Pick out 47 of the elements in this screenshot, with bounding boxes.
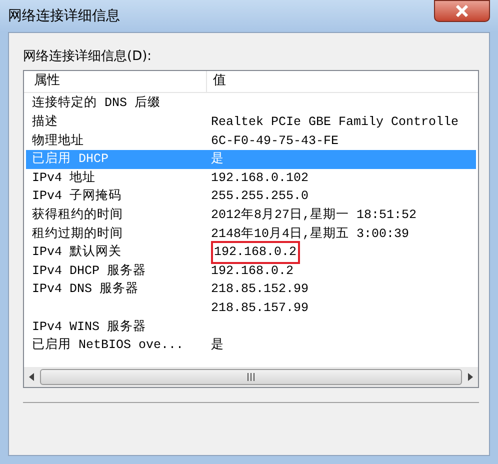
list-row[interactable]: IPv4 子网掩码 255.255.255.0: [26, 187, 476, 206]
property-text: IPv4 子网掩码: [32, 188, 122, 206]
list-row[interactable]: IPv4 WINS 服务器: [26, 318, 476, 336]
value-text: 是: [211, 337, 224, 354]
close-icon: [455, 5, 469, 17]
list-row[interactable]: 连接特定的 DNS 后缀: [26, 94, 476, 114]
list-label: 网络连接详细信息(D):: [23, 48, 153, 66]
property-text: IPv4 默认网关: [32, 244, 122, 262]
value-text: 192.168.0.2: [214, 244, 297, 262]
value-text: 255.255.255.0: [211, 188, 309, 206]
close-button[interactable]: [434, 0, 490, 22]
list-row[interactable]: IPv4 地址 192.168.0.102: [26, 168, 476, 188]
list-row[interactable]: 物理地址 6C-F0-49-75-43-FE: [26, 132, 476, 150]
scrollbar-thumb[interactable]: [40, 368, 462, 384]
property-text: 租约过期的时间: [32, 226, 123, 243]
property-text: 已启用 DHCP: [32, 150, 109, 168]
list-row[interactable]: 获得租约的时间 2012年8月27日,星期一 18:51:52: [26, 206, 476, 225]
property-text: 描述: [32, 114, 58, 132]
value-text: 6C-F0-49-75-43-FE: [211, 132, 339, 150]
property-text: IPv4 WINS 服务器: [32, 318, 146, 336]
horizontal-scrollbar[interactable]: [24, 366, 478, 386]
value-text: 是: [211, 151, 224, 168]
grip-icon: [247, 372, 255, 380]
value-text: 218.85.157.99: [211, 300, 309, 317]
property-text: IPv4 DHCP 服务器: [32, 262, 146, 280]
value-text: 2148年10月4日,星期五 3:00:39: [211, 226, 410, 243]
property-text: 连接特定的 DNS 后缀: [32, 94, 161, 112]
list-row[interactable]: 218.85.157.99: [26, 299, 476, 318]
property-text: IPv4 地址: [32, 170, 96, 187]
list-row[interactable]: IPv4 DHCP 服务器 192.168.0.2: [26, 262, 476, 280]
property-text: 获得租约的时间: [32, 206, 123, 224]
column-header[interactable]: 值: [207, 70, 478, 92]
list-row[interactable]: 已启用 NetBIOS ove... 是: [26, 336, 476, 355]
property-text: 物理地址: [32, 132, 84, 150]
window-title: 网络连接详细信息: [8, 6, 120, 26]
list-row[interactable]: IPv4 DNS 服务器 218.85.152.99: [26, 280, 476, 300]
list-row[interactable]: 租约过期的时间 2148年10月4日,星期五 3:00:39: [26, 224, 476, 244]
value-text: Realtek PCIe GBE Family Controlle: [211, 114, 459, 132]
list-row[interactable]: 描述 Realtek PCIe GBE Family Controlle: [26, 113, 476, 132]
value-text: 192.168.0.102: [211, 170, 309, 187]
column-header[interactable]: 属性: [24, 70, 207, 92]
property-text: IPv4 DNS 服务器: [32, 281, 139, 298]
property-text: 已启用 NetBIOS ove...: [32, 336, 184, 354]
value-text: 218.85.152.99: [211, 281, 309, 298]
value-text: 192.168.0.2: [211, 262, 294, 280]
value-text: 2012年8月27日,星期一 18:51:52: [211, 206, 417, 224]
list-row[interactable]: IPv4 默认网关 192.168.0.2: [26, 243, 476, 262]
